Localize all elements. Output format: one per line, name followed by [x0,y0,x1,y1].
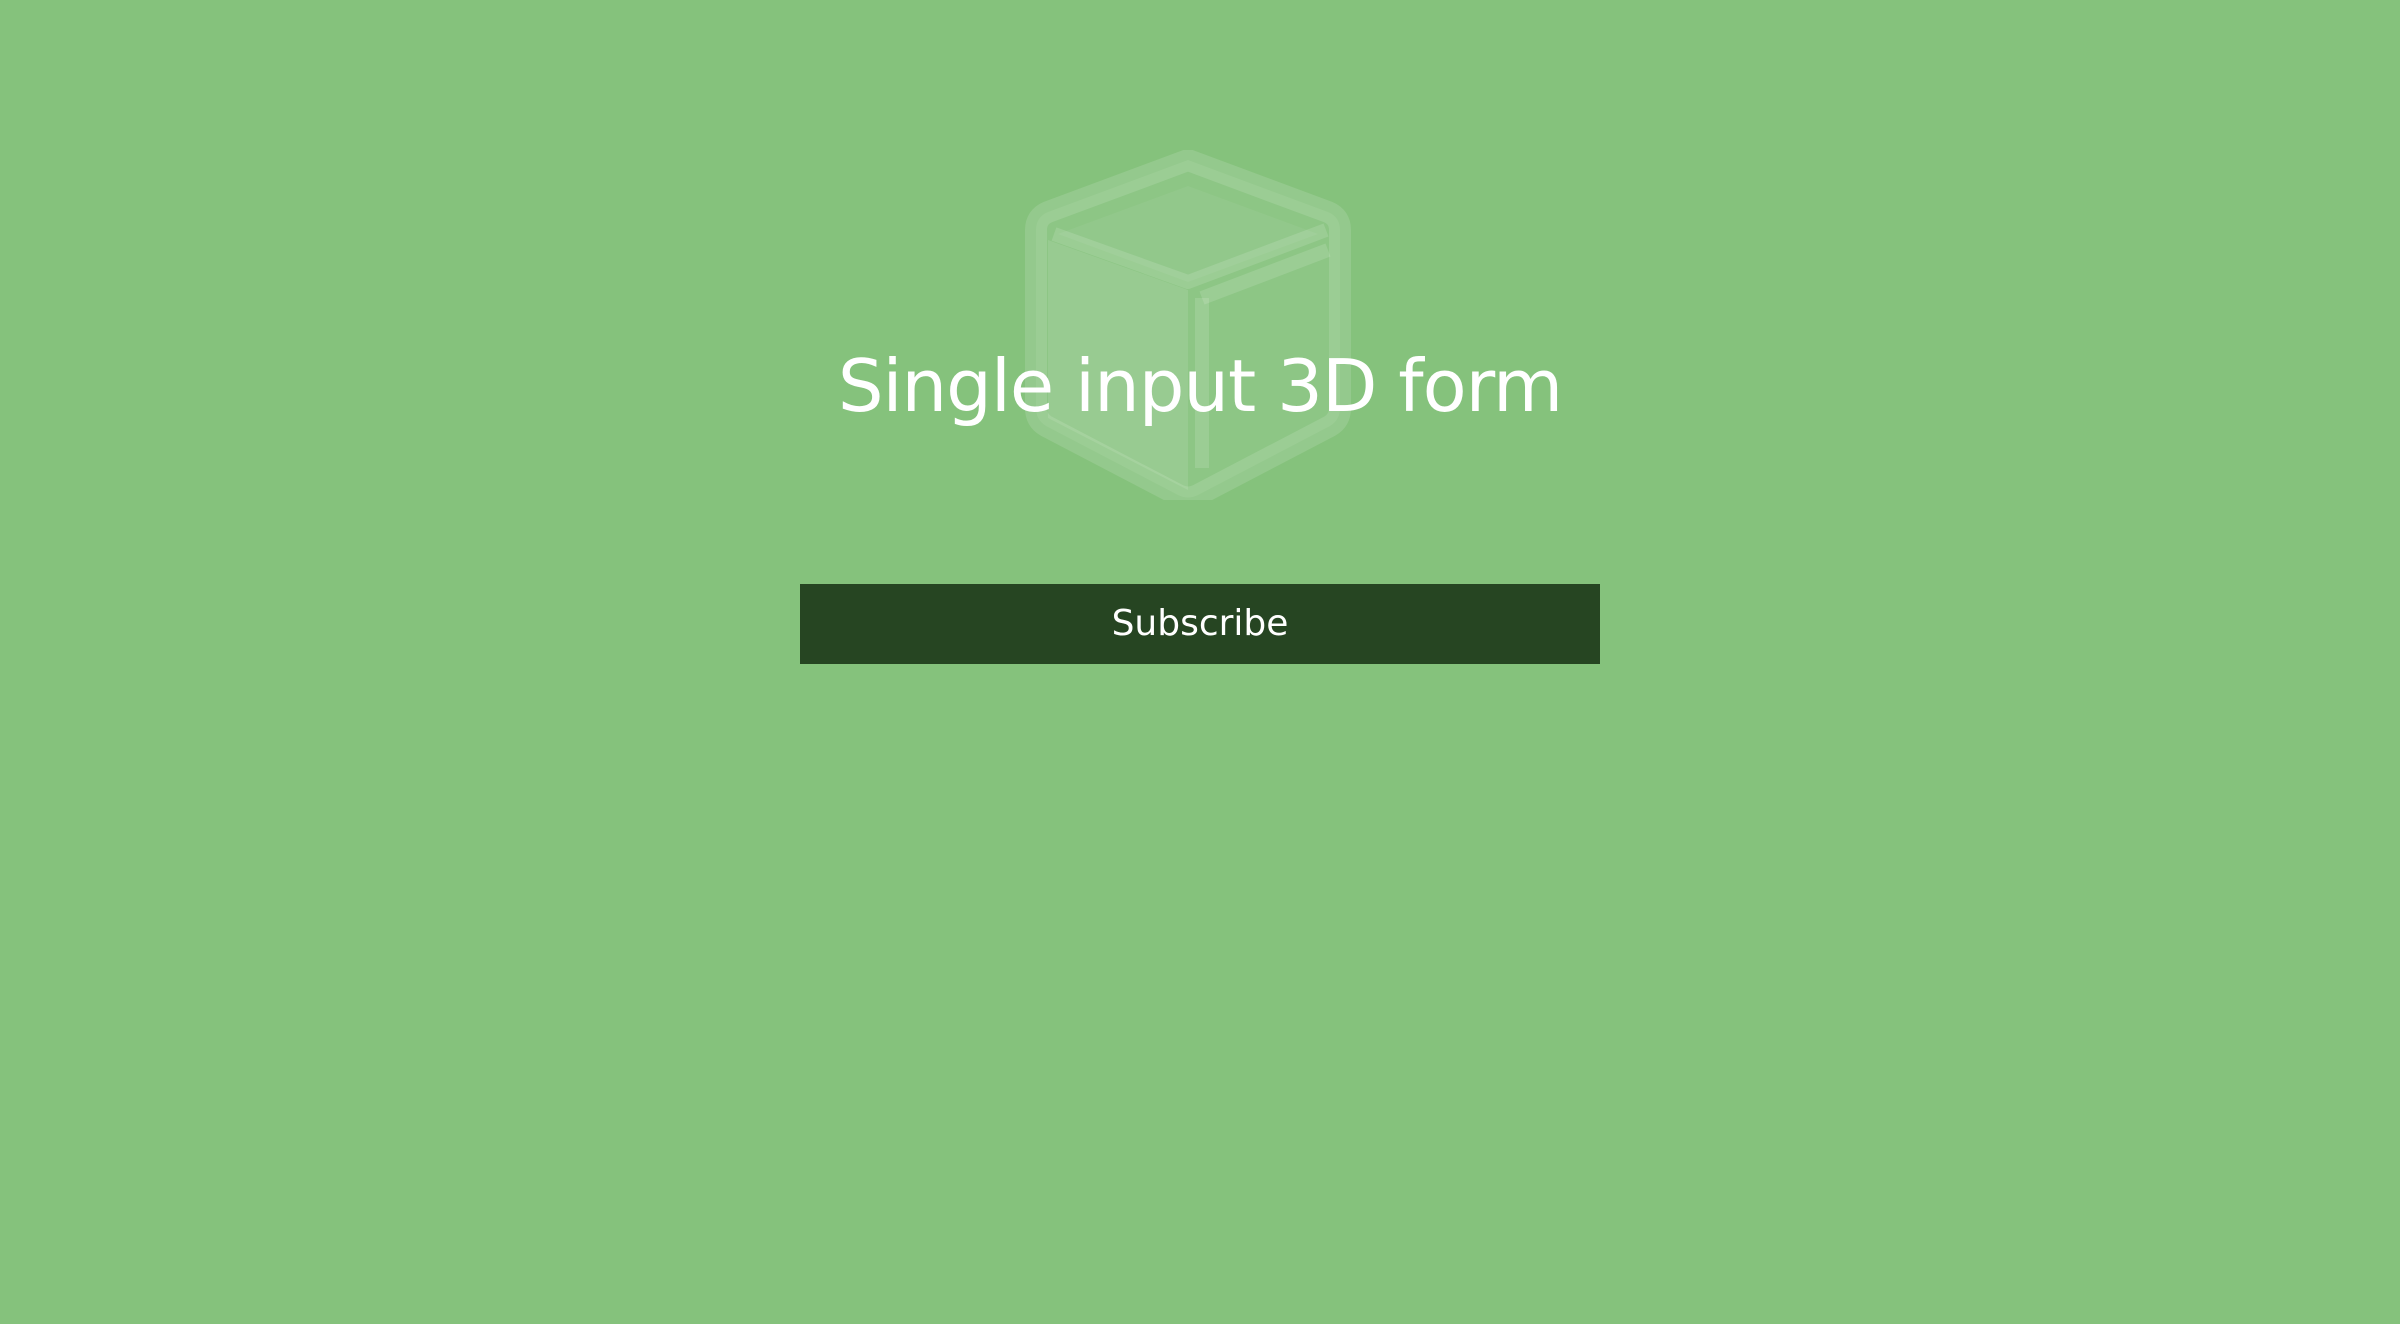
cube-icon [1008,150,1368,500]
cube-icon-svg [1025,150,1351,500]
subscribe-button[interactable]: Subscribe [800,584,1600,664]
subscribe-form: Subscribe [800,584,1600,664]
page: Single input 3D form Subscribe [0,0,2400,1324]
page-title: Single input 3D form [837,344,1563,428]
